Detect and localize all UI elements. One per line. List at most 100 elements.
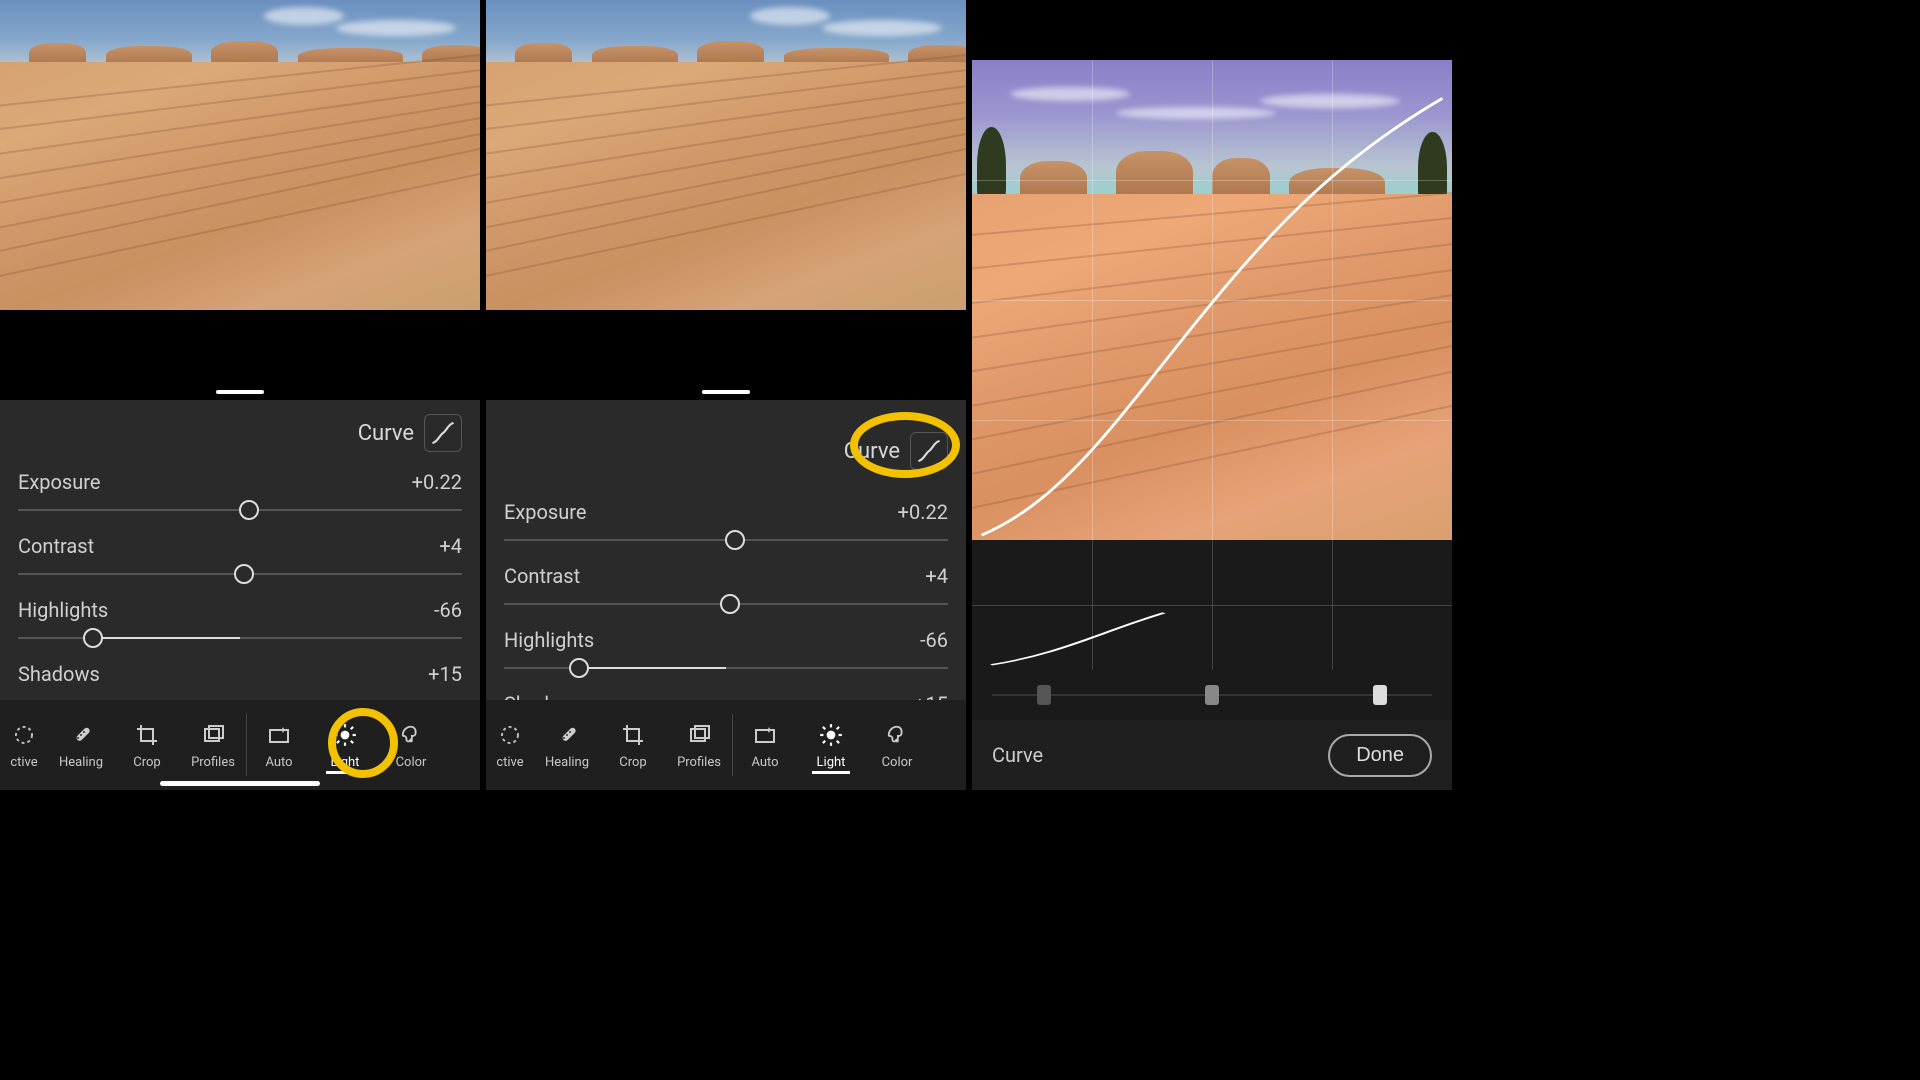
tool-color[interactable]: Color bbox=[864, 700, 930, 790]
light-panel: Curve Exposure +0.22 Contrast +4 bbox=[486, 400, 966, 700]
color-label: Color bbox=[882, 755, 913, 770]
active-indicator bbox=[812, 771, 850, 774]
tool-light[interactable]: Light bbox=[798, 700, 864, 790]
highlights-slider[interactable] bbox=[18, 628, 462, 648]
curve-title: Curve bbox=[992, 743, 1043, 767]
tool-light[interactable]: Light bbox=[312, 700, 378, 790]
color-label: Color bbox=[396, 755, 427, 770]
exposure-slider[interactable] bbox=[18, 500, 462, 520]
crop-icon bbox=[133, 721, 161, 749]
bottom-toolbar: ctive Healing Crop Profiles Auto bbox=[486, 700, 966, 790]
profiles-icon bbox=[199, 721, 227, 749]
range-thumb-highlights[interactable] bbox=[1373, 685, 1387, 705]
black-gap bbox=[486, 310, 966, 400]
black-gap bbox=[0, 310, 480, 400]
light-label: Light bbox=[331, 755, 360, 770]
tool-selective[interactable]: ctive bbox=[486, 700, 534, 790]
panel-light-highlighted: Curve Exposure +0.22 Contrast +4 bbox=[0, 0, 480, 790]
profiles-icon bbox=[685, 721, 713, 749]
exposure-slider-row: Exposure +0.22 bbox=[504, 500, 948, 550]
profiles-label: Profiles bbox=[677, 755, 721, 770]
healing-label: Healing bbox=[59, 755, 103, 770]
tone-curve-overlay[interactable] bbox=[972, 60, 1452, 540]
highlights-label: Highlights bbox=[18, 598, 108, 622]
photo-preview-curve[interactable] bbox=[972, 60, 1452, 540]
photo-preview bbox=[486, 0, 966, 310]
contrast-slider[interactable] bbox=[504, 594, 948, 614]
contrast-value: +4 bbox=[925, 564, 948, 588]
color-icon bbox=[397, 721, 425, 749]
light-panel: Curve Exposure +0.22 Contrast +4 bbox=[0, 400, 480, 700]
contrast-label: Contrast bbox=[18, 534, 94, 558]
tool-crop[interactable]: Crop bbox=[114, 700, 180, 790]
shadows-slider-row: Shadows +15 bbox=[18, 662, 462, 686]
curve-icon bbox=[916, 438, 942, 464]
done-button[interactable]: Done bbox=[1328, 734, 1432, 777]
selective-label: ctive bbox=[496, 755, 523, 770]
curve-grid-lower[interactable] bbox=[972, 540, 1452, 670]
home-indicator bbox=[160, 781, 320, 786]
sand-region bbox=[486, 62, 966, 310]
drawer-handle[interactable] bbox=[702, 390, 750, 394]
auto-icon bbox=[265, 721, 293, 749]
contrast-slider[interactable] bbox=[18, 564, 462, 584]
tool-healing[interactable]: Healing bbox=[534, 700, 600, 790]
selective-icon bbox=[496, 721, 524, 749]
curve-icon bbox=[430, 420, 456, 446]
curve-line-lower bbox=[972, 540, 1452, 670]
bottom-toolbar: ctive Healing Crop Profiles Auto bbox=[0, 700, 480, 790]
highlights-label: Highlights bbox=[504, 628, 594, 652]
auto-icon bbox=[751, 721, 779, 749]
selective-label: ctive bbox=[10, 755, 37, 770]
selective-icon bbox=[10, 721, 38, 749]
contrast-label: Contrast bbox=[504, 564, 580, 588]
exposure-slider-row: Exposure +0.22 bbox=[18, 470, 462, 520]
tool-auto[interactable]: Auto bbox=[246, 700, 312, 790]
exposure-slider[interactable] bbox=[504, 530, 948, 550]
auto-label: Auto bbox=[751, 755, 778, 770]
highlights-value: -66 bbox=[434, 598, 462, 622]
contrast-value: +4 bbox=[439, 534, 462, 558]
tool-auto[interactable]: Auto bbox=[732, 700, 798, 790]
curve-button[interactable] bbox=[424, 414, 462, 452]
exposure-label: Exposure bbox=[504, 500, 586, 524]
shadows-value: +15 bbox=[428, 662, 462, 686]
curve-label: Curve bbox=[844, 439, 900, 464]
color-icon bbox=[883, 721, 911, 749]
shadows-label: Shadows bbox=[18, 662, 100, 686]
range-thumb-midtones[interactable] bbox=[1205, 685, 1219, 705]
highlights-slider-row: Highlights -66 bbox=[504, 628, 948, 678]
healing-icon bbox=[553, 721, 581, 749]
auto-label: Auto bbox=[265, 755, 292, 770]
active-indicator bbox=[326, 771, 364, 774]
highlights-slider[interactable] bbox=[504, 658, 948, 678]
tool-profiles[interactable]: Profiles bbox=[180, 700, 246, 790]
curve-label: Curve bbox=[358, 421, 414, 446]
drawer-handle[interactable] bbox=[216, 390, 264, 394]
tool-selective[interactable]: ctive bbox=[0, 700, 48, 790]
profiles-label: Profiles bbox=[191, 755, 235, 770]
sand-region bbox=[0, 62, 480, 310]
photo-preview bbox=[0, 0, 480, 310]
tool-color[interactable]: Color bbox=[378, 700, 444, 790]
highlights-value: -66 bbox=[920, 628, 948, 652]
tool-profiles[interactable]: Profiles bbox=[666, 700, 732, 790]
contrast-slider-row: Contrast +4 bbox=[18, 534, 462, 584]
tool-crop[interactable]: Crop bbox=[600, 700, 666, 790]
highlights-slider-row: Highlights -66 bbox=[18, 598, 462, 648]
light-icon bbox=[817, 721, 845, 749]
healing-icon bbox=[67, 721, 95, 749]
tool-healing[interactable]: Healing bbox=[48, 700, 114, 790]
light-icon bbox=[331, 721, 359, 749]
exposure-value: +0.22 bbox=[898, 500, 948, 524]
tone-range-sliders[interactable] bbox=[972, 670, 1452, 720]
range-thumb-shadows[interactable] bbox=[1037, 685, 1051, 705]
healing-label: Healing bbox=[545, 755, 589, 770]
exposure-value: +0.22 bbox=[412, 470, 462, 494]
curve-bottom-bar: Curve Done bbox=[972, 720, 1452, 790]
curve-button[interactable] bbox=[910, 432, 948, 470]
panel-curve-editor: Curve Done bbox=[972, 0, 1452, 790]
crop-icon bbox=[619, 721, 647, 749]
crop-label: Crop bbox=[619, 755, 646, 770]
contrast-slider-row: Contrast +4 bbox=[504, 564, 948, 614]
